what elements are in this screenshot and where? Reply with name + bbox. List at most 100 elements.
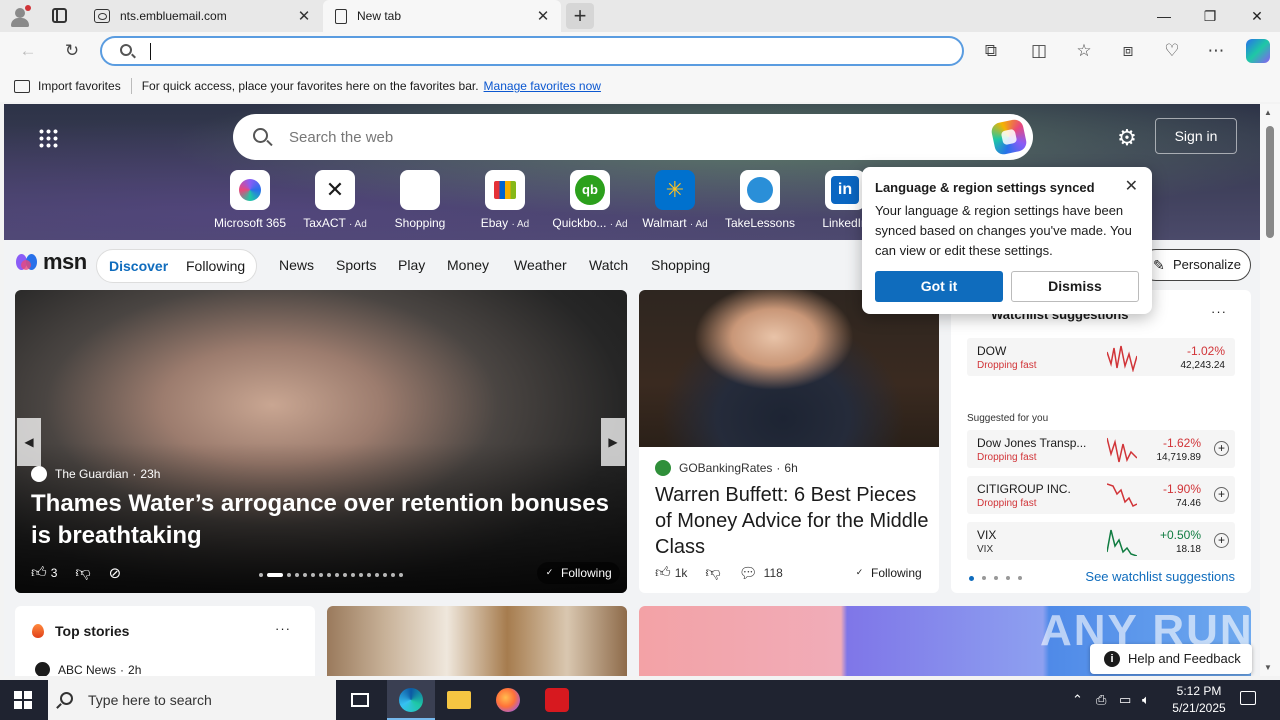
tab-new-tab[interactable]: New tab ✕ bbox=[323, 0, 561, 32]
nav-shopping[interactable]: Shopping bbox=[651, 257, 710, 273]
dislike-icon[interactable]: 👎︎ bbox=[705, 564, 720, 582]
msn-logo[interactable]: msn bbox=[16, 249, 87, 275]
more-options-button[interactable]: ··· bbox=[1211, 304, 1227, 319]
windows-start-icon[interactable] bbox=[14, 691, 32, 709]
taskbar-acrobat[interactable] bbox=[533, 680, 581, 720]
carousel-dot[interactable] bbox=[319, 573, 323, 577]
refresh-icon[interactable]: ↻ bbox=[61, 40, 83, 62]
carousel-next-button[interactable]: ▶ bbox=[601, 418, 625, 466]
carousel-dot[interactable] bbox=[391, 573, 395, 577]
comment-icon[interactable]: 💬︎ bbox=[739, 564, 758, 582]
address-bar[interactable] bbox=[100, 36, 964, 66]
carousel-dot[interactable] bbox=[359, 573, 363, 577]
add-to-watchlist-button[interactable]: + bbox=[1214, 487, 1229, 502]
back-icon[interactable]: ← bbox=[17, 40, 39, 62]
nav-money[interactable]: Money bbox=[447, 257, 489, 273]
extensions-icon[interactable]: ⧉ bbox=[980, 40, 1002, 62]
volume-icon[interactable]: 🔈︎ bbox=[1142, 692, 1150, 708]
carousel-dot[interactable] bbox=[335, 573, 339, 577]
nav-watch[interactable]: Watch bbox=[589, 257, 628, 273]
taskbar-firefox[interactable] bbox=[484, 680, 532, 720]
nav-weather[interactable]: Weather bbox=[514, 257, 567, 273]
new-tab-button[interactable]: + bbox=[566, 3, 594, 29]
settings-more-icon[interactable]: ⋯ bbox=[1205, 40, 1227, 62]
favorites-star-icon[interactable]: ☆ bbox=[1073, 40, 1095, 62]
taskbar-search-box[interactable]: Type here to search bbox=[48, 680, 336, 720]
shortcut-takelessons[interactable]: TakeLessons bbox=[718, 170, 802, 230]
pager-dot[interactable] bbox=[1018, 576, 1022, 580]
copilot-icon[interactable] bbox=[990, 118, 1028, 156]
tab-actions-icon[interactable] bbox=[52, 8, 67, 23]
hide-story-icon[interactable]: ⊘ bbox=[109, 564, 122, 582]
scrollbar-thumb[interactable] bbox=[1266, 126, 1274, 238]
like-icon[interactable]: 👍︎ bbox=[31, 564, 47, 582]
tab-discover[interactable]: Discover bbox=[109, 258, 168, 274]
taskbar-edge[interactable] bbox=[387, 680, 435, 720]
side-headline[interactable]: Warren Buffett: 6 Best Pieces of Money A… bbox=[655, 482, 929, 560]
shortcut-ebay[interactable]: Ebay · Ad bbox=[463, 170, 547, 230]
got-it-button[interactable]: Got it bbox=[875, 271, 1003, 302]
close-tab-icon[interactable]: ✕ bbox=[296, 7, 312, 25]
tab-embluemail[interactable]: nts.embluemail.com ✕ bbox=[84, 0, 322, 32]
carousel-dot[interactable] bbox=[259, 573, 263, 577]
shortcut-shopping[interactable]: ⌂ Shopping bbox=[378, 170, 462, 230]
nav-sports[interactable]: Sports bbox=[336, 257, 376, 273]
close-tab-icon[interactable]: ✕ bbox=[535, 7, 551, 25]
shortcut-microsoft-365[interactable]: Microsoft 365 bbox=[208, 170, 292, 230]
network-icon[interactable]: ▭ bbox=[1119, 692, 1131, 708]
gear-icon[interactable]: ⚙ bbox=[1116, 127, 1138, 149]
shortcut-walmart[interactable]: ✳ Walmart · Ad bbox=[633, 170, 717, 230]
browser-essentials-icon[interactable]: ♡ bbox=[1161, 40, 1183, 62]
nav-news[interactable]: News bbox=[279, 257, 314, 273]
collections-icon[interactable]: ⧈ bbox=[1117, 40, 1139, 62]
chevron-up-icon[interactable]: ⌃ bbox=[1072, 692, 1083, 708]
story-source[interactable]: ABC News · 2h bbox=[35, 662, 141, 676]
carousel-dot[interactable] bbox=[383, 573, 387, 577]
personalize-button[interactable]: Personalize bbox=[1140, 249, 1251, 281]
stock-row-citigroup[interactable]: CITIGROUP INC. Dropping fast -1.90% 74.4… bbox=[967, 476, 1235, 514]
carousel-dot[interactable] bbox=[287, 573, 291, 577]
side-story-card[interactable]: GOBankingRates · 6h Warren Buffett: 6 Be… bbox=[639, 290, 939, 593]
story-source[interactable]: The Guardian · 23h bbox=[31, 466, 160, 482]
split-screen-icon[interactable]: ◫ bbox=[1028, 40, 1050, 62]
copilot-icon[interactable] bbox=[1246, 39, 1270, 63]
web-search-box[interactable]: Search the web bbox=[233, 114, 1033, 160]
app-launcher-icon[interactable] bbox=[38, 128, 58, 148]
carousel-dot-active[interactable] bbox=[267, 573, 283, 577]
dislike-icon[interactable]: 👎︎ bbox=[75, 564, 90, 582]
carousel-dot[interactable] bbox=[327, 573, 331, 577]
more-options-button[interactable]: ··· bbox=[275, 621, 291, 636]
close-window-button[interactable]: ✕ bbox=[1234, 0, 1280, 32]
carousel-dot[interactable] bbox=[399, 573, 403, 577]
usb-icon[interactable]: ⎙ bbox=[1096, 692, 1106, 708]
shortcut-quickbooks[interactable]: qb Quickbo... · Ad bbox=[548, 170, 632, 230]
sign-in-button[interactable]: Sign in bbox=[1155, 118, 1237, 154]
dismiss-button[interactable]: Dismiss bbox=[1011, 271, 1139, 302]
add-to-watchlist-button[interactable]: + bbox=[1214, 533, 1229, 548]
taskbar-clock[interactable]: 5:12 PM 5/21/2025 bbox=[1166, 683, 1232, 717]
stock-row-vix[interactable]: VIX VIX +0.50% 18.18 + bbox=[967, 522, 1235, 560]
story-image-card[interactable] bbox=[327, 606, 627, 676]
nav-play[interactable]: Play bbox=[398, 257, 425, 273]
stock-row-dow-transport[interactable]: Dow Jones Transp... Dropping fast -1.62%… bbox=[967, 430, 1235, 468]
carousel-dot[interactable] bbox=[367, 573, 371, 577]
manage-favorites-link[interactable]: Manage favorites now bbox=[484, 79, 601, 93]
following-badge[interactable]: Following bbox=[537, 562, 620, 584]
main-story-card[interactable]: ◀ ▶ The Guardian · 23h Thames Water’s ar… bbox=[15, 290, 627, 593]
like-icon[interactable]: 👍︎ bbox=[655, 564, 671, 582]
import-favorites-button[interactable]: Import favorites bbox=[14, 79, 121, 93]
tab-following[interactable]: Following bbox=[186, 258, 245, 274]
close-icon[interactable]: ✕ bbox=[1125, 176, 1138, 196]
carousel-dot[interactable] bbox=[343, 573, 347, 577]
main-headline[interactable]: Thames Water’s arrogance over retention … bbox=[31, 488, 621, 552]
task-view-button[interactable] bbox=[336, 680, 384, 720]
scroll-up-icon[interactable]: ▲ bbox=[1264, 108, 1272, 117]
carousel-dot[interactable] bbox=[303, 573, 307, 577]
see-watchlist-link[interactable]: See watchlist suggestions bbox=[1085, 569, 1235, 584]
pager-dot[interactable] bbox=[982, 576, 986, 580]
pager-dot[interactable] bbox=[994, 576, 998, 580]
pager-dot-active[interactable] bbox=[969, 576, 974, 581]
following-badge[interactable]: Following bbox=[847, 562, 930, 584]
add-to-watchlist-button[interactable]: + bbox=[1214, 441, 1229, 456]
minimize-button[interactable]: — bbox=[1141, 0, 1187, 32]
